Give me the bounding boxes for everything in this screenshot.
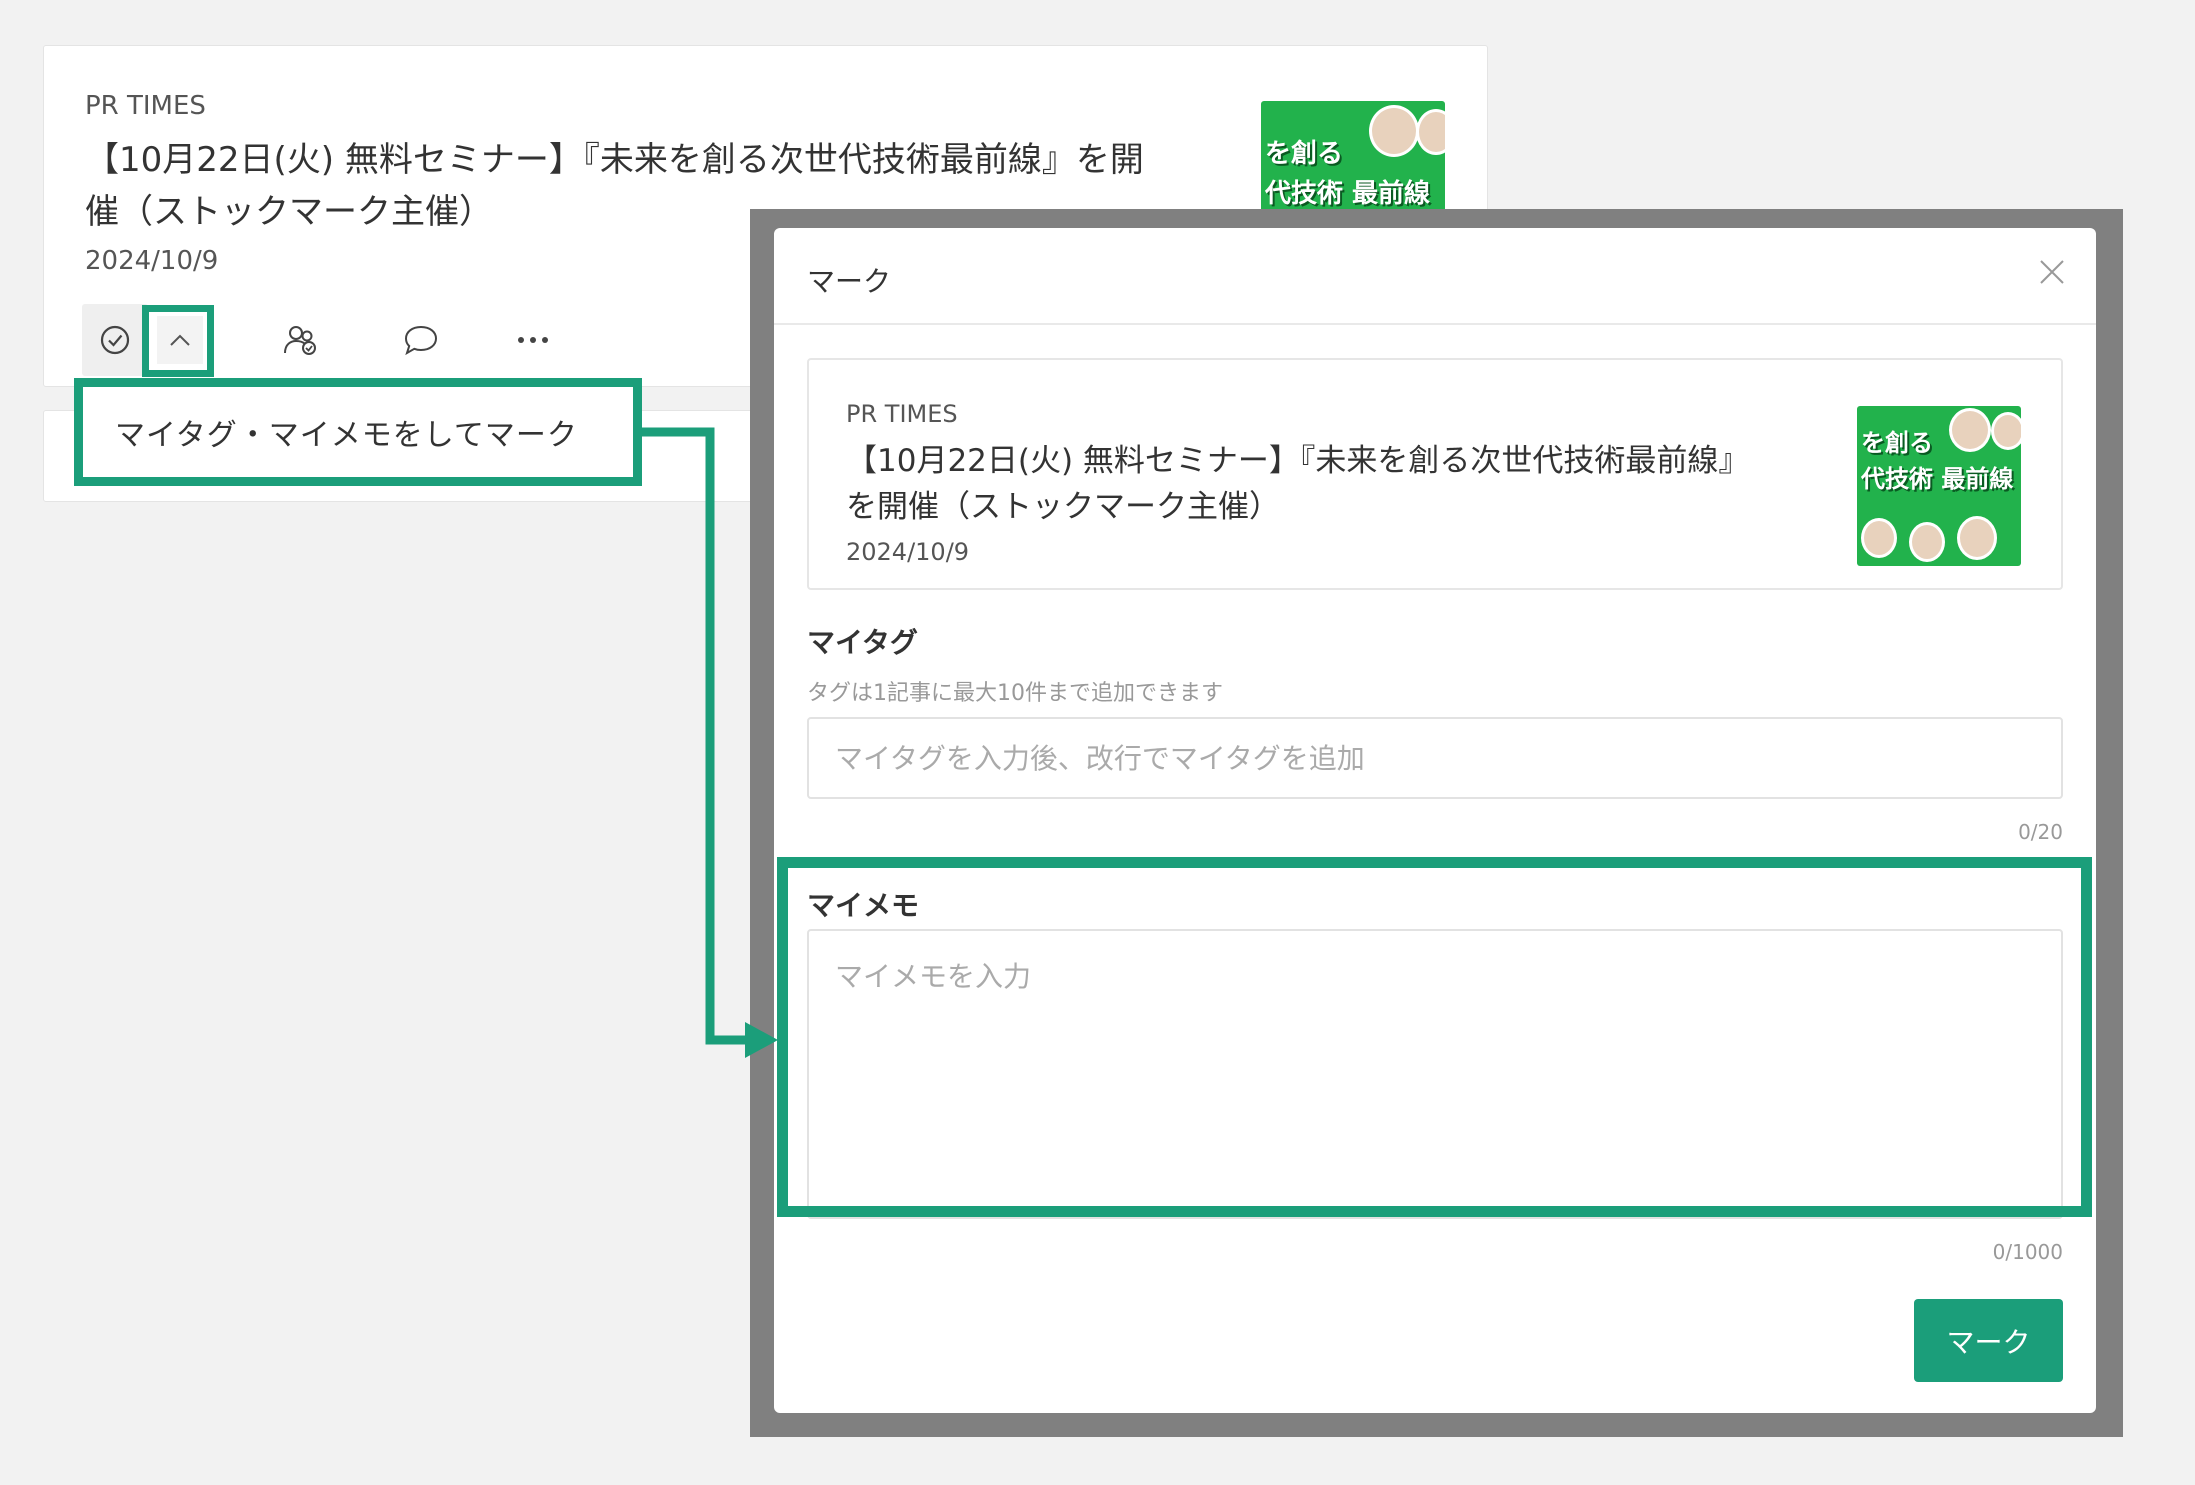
- mymemo-counter: 0/1000: [1992, 1240, 2063, 1264]
- article-date: 2024/10/9: [85, 246, 219, 276]
- more-options-button[interactable]: [500, 304, 566, 376]
- mark-menu-tooltip[interactable]: マイタグ・マイメモをしてマーク: [74, 378, 642, 486]
- chevron-highlight-box: [142, 305, 214, 377]
- people-icon: [284, 326, 316, 355]
- share-with-people-button[interactable]: [268, 304, 334, 376]
- preview-date: 2024/10/9: [846, 538, 970, 566]
- mark-submit-button[interactable]: マーク: [1914, 1299, 2063, 1382]
- article-preview: PR TIMES 【10月22日(火) 無料セミナー】『未来を創る次世代技術最前…: [807, 358, 2063, 590]
- comment-button[interactable]: [388, 304, 454, 376]
- read-check-button[interactable]: [82, 304, 148, 376]
- mytag-input[interactable]: [807, 717, 2063, 799]
- comment-icon: [404, 325, 438, 356]
- modal-header: マーク: [774, 228, 2096, 325]
- preview-title: 【10月22日(火) 無料セミナー】『未来を創る次世代技術最前線』を開催（ストッ…: [846, 443, 1734, 525]
- mytag-counter: 0/20: [2018, 820, 2063, 844]
- check-circle-icon: [100, 325, 130, 355]
- mymemo-input[interactable]: [807, 929, 2063, 1219]
- article-source: PR TIMES: [85, 91, 206, 121]
- mytag-hint: タグは1記事に最大10件まで追加できます: [807, 681, 1223, 706]
- tooltip-label: マイタグ・マイメモをしてマーク: [115, 418, 578, 453]
- close-icon: [2040, 260, 2064, 284]
- close-button[interactable]: [2030, 250, 2074, 294]
- preview-source: PR TIMES: [846, 400, 958, 428]
- more-icon: [518, 337, 548, 343]
- modal-title: マーク: [807, 265, 892, 298]
- mytag-label: マイタグ: [807, 626, 918, 659]
- mymemo-label: マイメモ: [807, 889, 920, 922]
- mark-modal: マーク PR TIMES 【10月22日(火) 無料セミナー】『未来を創る次世代…: [774, 228, 2096, 1413]
- preview-thumbnail: を創る 代技術 最前線: [1857, 406, 2021, 566]
